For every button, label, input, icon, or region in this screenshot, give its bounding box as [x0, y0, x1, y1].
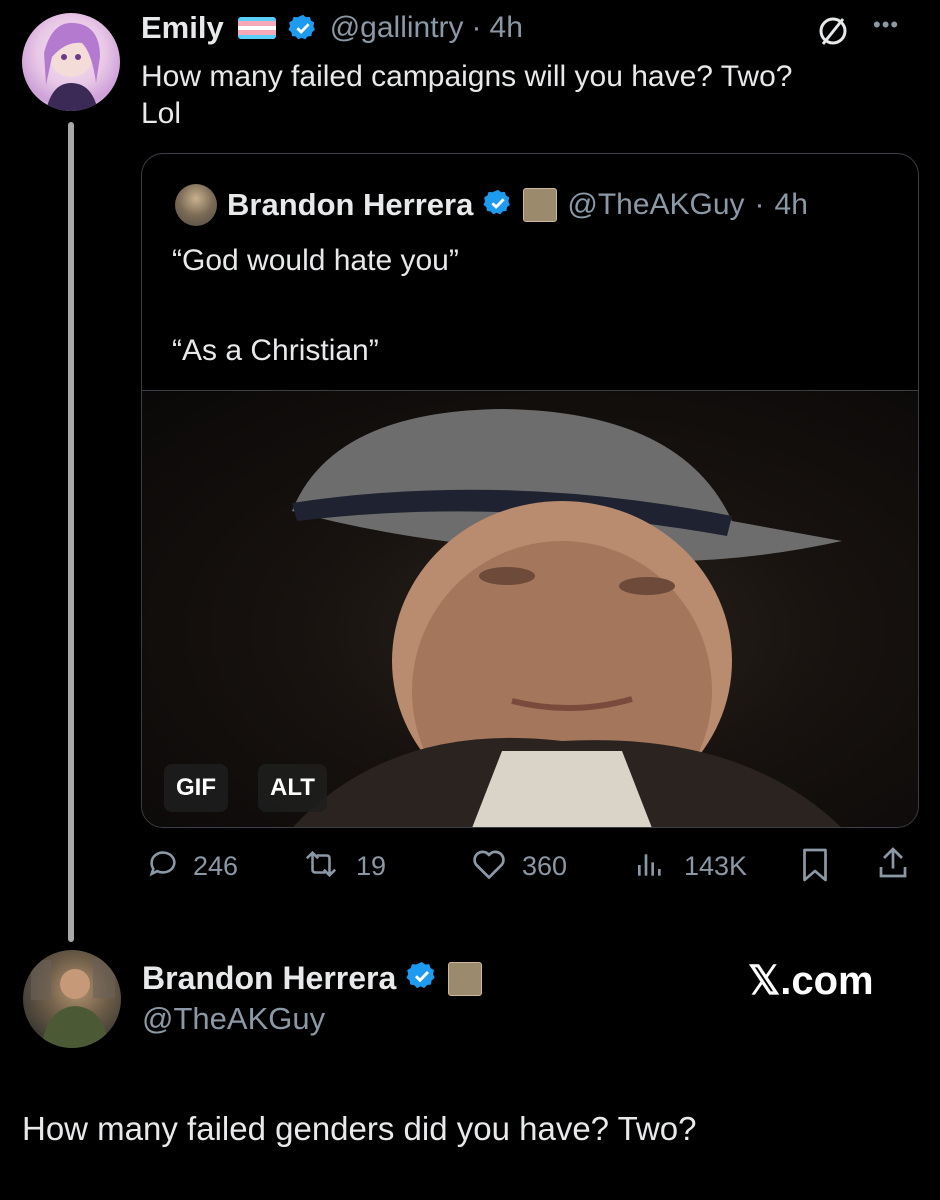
more-icon[interactable]: •••: [873, 12, 899, 38]
verified-badge-icon: [483, 188, 513, 223]
reply-author-handle[interactable]: @TheAKGuy: [142, 1001, 325, 1037]
verified-badge-icon: [288, 13, 318, 43]
reply-count: 246: [193, 851, 239, 881]
reply-text: How many failed genders did you have? Tw…: [22, 1110, 697, 1147]
share-icon[interactable]: [875, 845, 911, 883]
verified-badge-icon: [406, 960, 438, 997]
bookmark-icon[interactable]: [799, 847, 831, 883]
separator: ·: [471, 11, 482, 44]
reply-icon[interactable]: [146, 847, 180, 881]
reply-author-name[interactable]: Brandon Herrera: [142, 960, 396, 997]
tweet-text-line-1: How many failed campaigns will you have?…: [141, 60, 793, 93]
x-com-watermark: 𝕏.com: [748, 959, 874, 1003]
quote-text-line-2: “As a Christian”: [172, 334, 379, 367]
quote-media-gif[interactable]: GIF ALT: [142, 390, 918, 827]
views-icon[interactable]: [634, 849, 666, 881]
quote-avatar[interactable]: [175, 184, 217, 226]
repost-count: 19: [356, 851, 387, 881]
like-count: 360: [522, 851, 568, 881]
quote-card[interactable]: Brandon Herrera @TheAKGuy · 4h “God woul…: [141, 153, 919, 828]
tweet-text-line-2: Lol: [141, 97, 182, 130]
trans-flag-icon: [237, 17, 276, 39]
tweet-header: Emily @gallintry · 4h: [141, 8, 523, 48]
tweet-text: How many failed campaigns will you have?…: [141, 58, 921, 132]
alt-badge[interactable]: ALT: [258, 764, 327, 812]
quote-time[interactable]: 4h: [775, 188, 808, 222]
gif-badge: GIF: [164, 764, 228, 812]
quote-author-name[interactable]: Brandon Herrera: [227, 187, 473, 223]
author-name[interactable]: Emily: [141, 10, 224, 46]
emily-avatar[interactable]: [22, 13, 120, 111]
affiliate-badge-icon: [523, 188, 558, 222]
separator: ·: [754, 188, 765, 221]
affiliate-badge-icon: [448, 961, 483, 996]
quote-handle[interactable]: @TheAKGuy: [567, 188, 744, 222]
reply-profile-header: Brandon Herrera: [142, 960, 483, 997]
like-icon[interactable]: [471, 847, 507, 881]
author-handle[interactable]: @gallintry: [330, 11, 464, 45]
views-count: 143K: [684, 851, 748, 881]
action-bar: 246 19 360 143K: [141, 845, 921, 887]
not-allowed-icon[interactable]: [815, 13, 851, 49]
quote-header: Brandon Herrera @TheAKGuy · 4h: [175, 184, 808, 226]
brandon-avatar[interactable]: [23, 950, 121, 1048]
quote-text-line-1: “God would hate you”: [172, 244, 459, 277]
tweet-time[interactable]: 4h: [490, 11, 523, 45]
thread-line: [68, 122, 74, 942]
repost-icon[interactable]: [301, 847, 341, 881]
